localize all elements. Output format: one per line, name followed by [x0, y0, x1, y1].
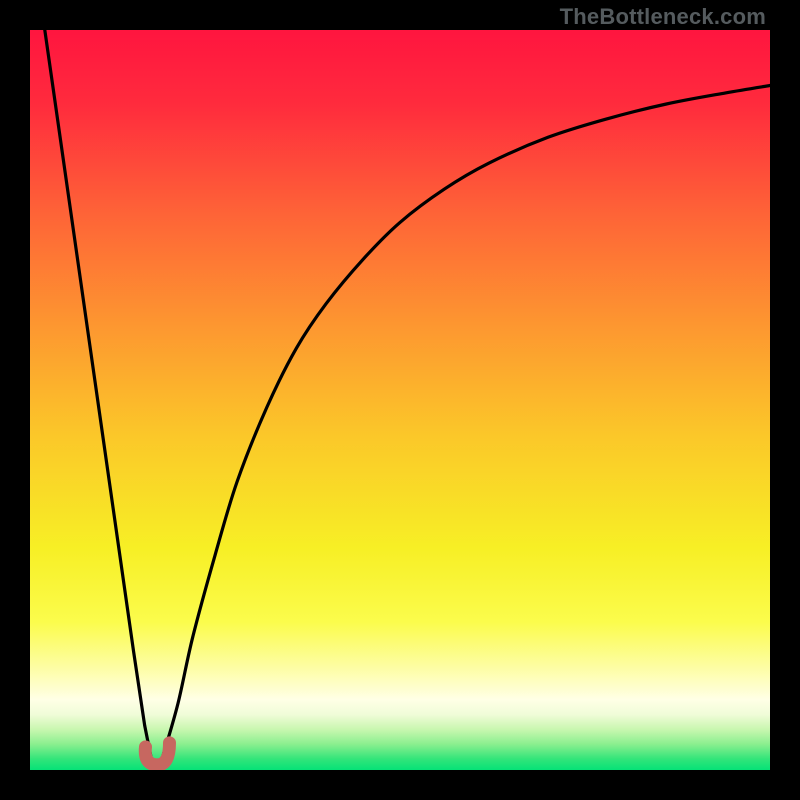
plot-area — [30, 30, 770, 770]
curve-layer — [30, 30, 770, 770]
watermark-text: TheBottleneck.com — [560, 4, 766, 30]
ascending-curve — [163, 86, 770, 756]
chart-frame: TheBottleneck.com — [0, 0, 800, 800]
descending-line — [45, 30, 152, 763]
j-marker — [145, 743, 169, 765]
